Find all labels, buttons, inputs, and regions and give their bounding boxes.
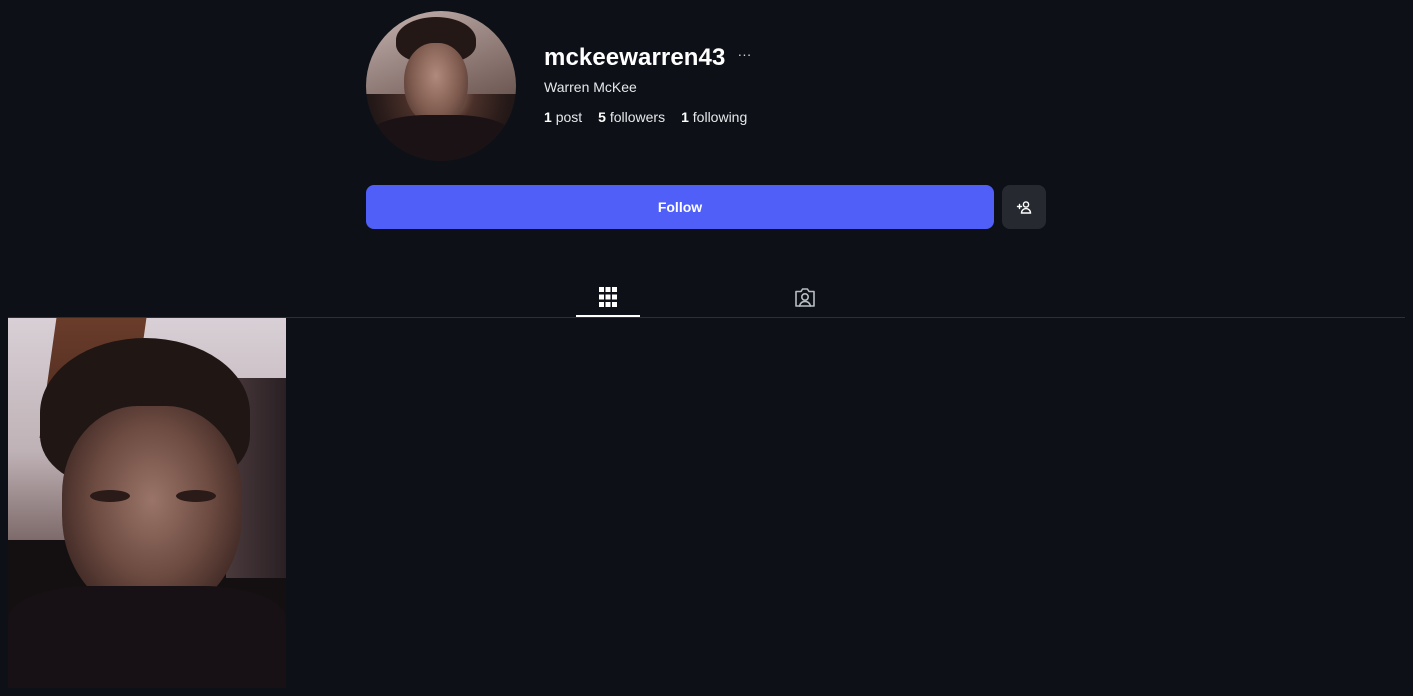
tab-posts[interactable] [576, 276, 640, 317]
followers-stat[interactable]: 5 followers [598, 109, 665, 125]
more-options-button[interactable]: ··· [737, 47, 751, 61]
post-right-eye [176, 490, 216, 502]
profile-avatar[interactable] [366, 11, 516, 161]
post-face [62, 406, 242, 616]
add-user-icon [1016, 201, 1032, 214]
profile-page: mckeewarren43 ··· Warren McKee 1 post 5 … [0, 0, 1413, 696]
following-label: following [692, 109, 748, 125]
grid-icon [599, 286, 617, 307]
profile-stats: 1 post 5 followers 1 following [544, 109, 747, 125]
posts-count: 1 [544, 109, 552, 125]
following-count: 1 [681, 109, 689, 125]
post-left-eye [90, 490, 130, 502]
follow-button[interactable]: Follow [366, 185, 994, 229]
avatar-body [366, 115, 516, 161]
full-name: Warren McKee [544, 79, 637, 95]
following-stat[interactable]: 1 following [681, 109, 747, 125]
followers-count: 5 [598, 109, 606, 125]
avatar-face [404, 43, 468, 125]
tagged-user-icon [795, 287, 815, 307]
add-user-button[interactable] [1002, 185, 1046, 229]
posts-stat[interactable]: 1 post [544, 109, 582, 125]
post-thumbnail[interactable] [8, 318, 286, 688]
post-body [8, 586, 286, 688]
posts-label: post [555, 109, 583, 125]
username: mckeewarren43 [544, 44, 726, 71]
tab-tagged[interactable] [773, 276, 837, 317]
followers-label: followers [609, 109, 666, 125]
username-row: mckeewarren43 ··· [544, 44, 751, 72]
